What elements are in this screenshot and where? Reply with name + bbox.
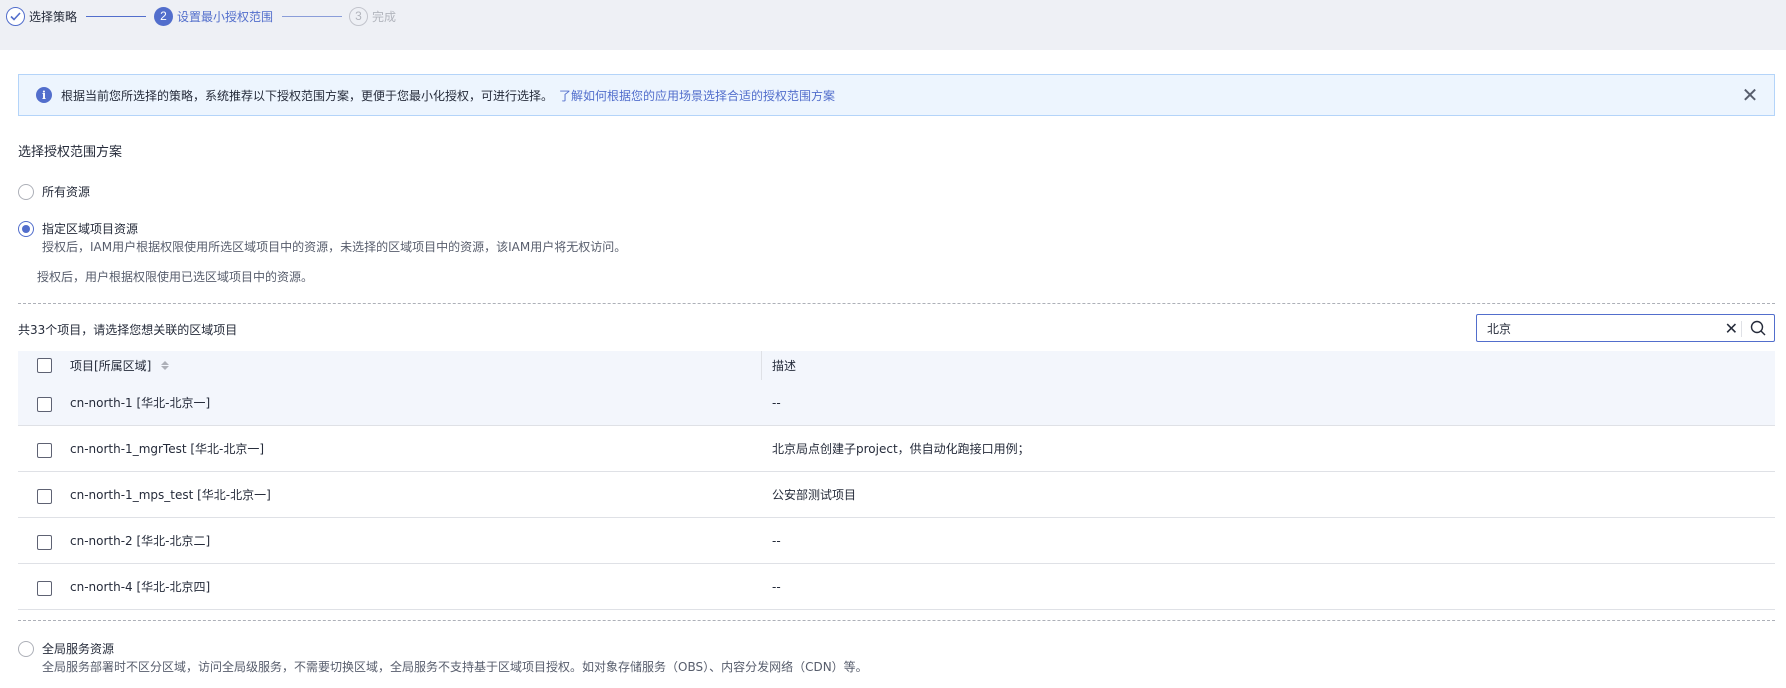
option-global-resources[interactable]: 全局服务资源 全局服务部署时不区分区域，访问全局级服务，不需要切换区域，全局服务… — [18, 640, 868, 676]
radio-global-resources[interactable] — [18, 641, 34, 657]
row-checkbox[interactable] — [36, 489, 52, 504]
search-separator — [1741, 321, 1742, 337]
row-checkbox[interactable] — [36, 397, 52, 412]
table-row[interactable]: cn-north-1 [华北-北京一] -- — [18, 380, 1775, 426]
cell-project: cn-north-1 [华北-北京一] — [70, 396, 211, 410]
option-label: 全局服务资源 — [42, 642, 115, 656]
step-number: 2 — [154, 6, 173, 26]
table-row[interactable]: cn-north-4 [华北-北京四] -- — [18, 564, 1775, 610]
project-table: 项目[所属区域] 描述 cn-north-1 [华北-北京一] -- cn-no… — [18, 351, 1775, 610]
option-desc: 授权后，IAM用户根据权限使用所选区域项目中的资源，未选择的区域项目中的资源，该… — [42, 240, 627, 254]
section-title: 选择授权范围方案 — [18, 145, 123, 160]
cell-project: cn-north-1_mps_test [华北-北京一] — [70, 488, 271, 502]
option-label: 所有资源 — [42, 185, 91, 199]
header-desc: 描述 — [772, 359, 797, 373]
sort-icon[interactable] — [161, 361, 170, 370]
clear-icon[interactable]: ✕ — [1725, 319, 1738, 338]
select-all-checkbox[interactable] — [36, 358, 52, 373]
step-set-scope: 2 设置最小授权范围 — [154, 6, 274, 26]
search-input[interactable] — [1487, 321, 1717, 335]
cell-project: cn-north-1_mgrTest [华北-北京一] — [70, 442, 265, 456]
cell-desc: -- — [772, 395, 781, 410]
row-checkbox[interactable] — [36, 443, 52, 458]
table-header: 项目[所属区域] 描述 — [18, 351, 1775, 380]
step-select-policy: 选择策略 — [6, 6, 78, 26]
row-checkbox[interactable] — [36, 581, 52, 596]
cell-desc: -- — [772, 533, 781, 548]
row-checkbox[interactable] — [36, 535, 52, 550]
cell-desc: 公安部测试项目 — [772, 488, 857, 502]
alert-text: 根据当前您所选择的策略，系统推荐以下授权范围方案，更便于您最小化授权，可进行选择… — [61, 88, 554, 103]
close-icon[interactable]: ✕ — [1740, 85, 1760, 105]
search-icon[interactable] — [1750, 320, 1766, 336]
step-bar: 选择策略 2 设置最小授权范围 3 完成 — [0, 0, 1786, 50]
option-desc: 全局服务部署时不区分区域，访问全局级服务，不需要切换区域，全局服务不支持基于区域… — [42, 660, 868, 674]
cell-project: cn-north-2 [华北-北京二] — [70, 534, 211, 548]
step-finish: 3 完成 — [349, 6, 397, 26]
header-project[interactable]: 项目[所属区域] — [70, 351, 762, 380]
divider — [18, 303, 1775, 304]
radio-all-resources[interactable] — [18, 184, 34, 200]
table-row[interactable]: cn-north-1_mgrTest [华北-北京一] 北京局点创建子proje… — [18, 426, 1775, 472]
cell-desc: 北京局点创建子project，供自动化跑接口用例； — [772, 442, 1030, 456]
step-connector — [86, 16, 146, 17]
divider — [18, 620, 1775, 621]
step-connector — [282, 16, 342, 17]
search-box[interactable]: ✕ — [1476, 314, 1775, 342]
radio-region-resources[interactable] — [18, 221, 34, 237]
cell-project: cn-north-4 [华北-北京四] — [70, 580, 211, 594]
table-row[interactable]: cn-north-2 [华北-北京二] -- — [18, 518, 1775, 564]
check-icon — [6, 6, 25, 26]
option-region-resources[interactable]: 指定区域项目资源 授权后，IAM用户根据权限使用所选区域项目中的资源，未选择的区… — [18, 220, 626, 256]
table-row[interactable]: cn-north-1_mps_test [华北-北京一] 公安部测试项目 — [18, 472, 1775, 518]
cell-desc: -- — [772, 579, 781, 594]
alert-help-link[interactable]: 了解如何根据您的应用场景选择合适的授权范围方案 — [559, 87, 835, 104]
info-alert: i 根据当前您所选择的策略，系统推荐以下授权范围方案，更便于您最小化授权，可进行… — [18, 74, 1775, 116]
option-all-resources[interactable]: 所有资源 — [18, 183, 90, 201]
info-icon: i — [36, 87, 52, 103]
region-note: 授权后，用户根据权限使用已选区域项目中的资源。 — [37, 270, 314, 284]
step-label: 完成 — [372, 9, 397, 24]
step-label: 选择策略 — [29, 9, 78, 24]
step-number: 3 — [349, 6, 368, 26]
step-label: 设置最小授权范围 — [177, 9, 274, 24]
project-count: 共33个项目，请选择您想关联的区域项目 — [18, 323, 238, 337]
option-label: 指定区域项目资源 — [42, 222, 139, 236]
